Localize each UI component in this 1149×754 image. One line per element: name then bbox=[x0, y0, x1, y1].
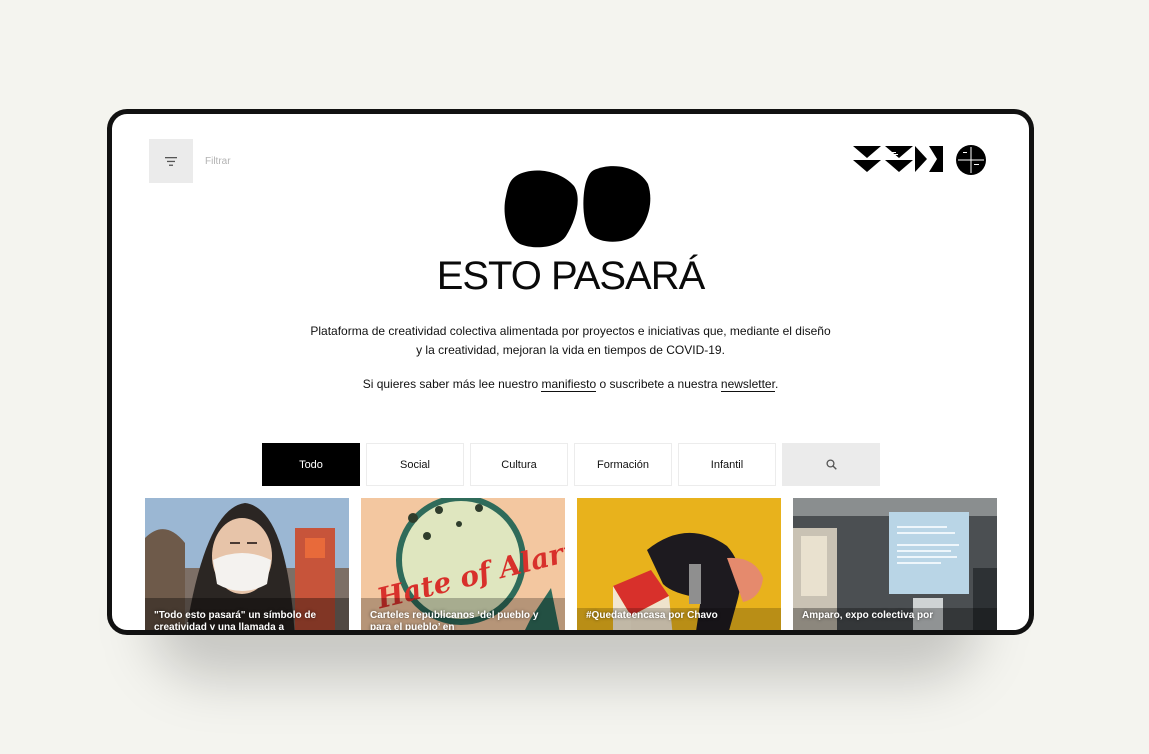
tab-formacion[interactable]: Formación bbox=[574, 443, 672, 486]
tab-todo[interactable]: Todo bbox=[262, 443, 360, 486]
laptop-frame: Filtrar ESTO PASARÁ Plataforma de creati… bbox=[107, 109, 1034, 635]
filter-lines-icon bbox=[165, 156, 177, 166]
manifesto-link[interactable]: manifiesto bbox=[541, 377, 597, 392]
circle-logo[interactable] bbox=[955, 144, 987, 176]
cta-suffix: . bbox=[774, 377, 779, 391]
card-caption: Carteles republicanos ‘del pueblo y para… bbox=[370, 610, 539, 630]
valencia-design-logo[interactable] bbox=[853, 144, 945, 176]
partner-logos bbox=[853, 144, 987, 176]
search-button[interactable] bbox=[782, 443, 880, 486]
project-card[interactable]: Hate of Alarm! Carteles republicanos ‘de… bbox=[361, 498, 565, 630]
quote-marks-logo bbox=[504, 166, 651, 248]
filter-button[interactable] bbox=[149, 139, 193, 183]
tab-cultura[interactable]: Cultura bbox=[470, 443, 568, 486]
platform-description: Plataforma de creatividad colectiva alim… bbox=[310, 324, 831, 357]
search-icon bbox=[825, 459, 837, 470]
card-caption: #Quedateencasa por Chavo bbox=[586, 610, 718, 621]
category-tabs: Todo Social Cultura Formación Infantil bbox=[262, 443, 880, 486]
tab-infantil[interactable]: Infantil bbox=[678, 443, 776, 486]
tab-social[interactable]: Social bbox=[366, 443, 464, 486]
cta-middle: o suscribete a nuestra bbox=[596, 377, 721, 391]
card-caption: Amparo, expo colectiva por bbox=[802, 610, 934, 621]
newsletter-link[interactable]: newsletter bbox=[720, 377, 775, 392]
page-title: ESTO PASARÁ bbox=[436, 254, 706, 298]
project-card[interactable]: "Todo esto pasará" un símbolo de creativ… bbox=[145, 498, 349, 630]
project-card[interactable]: #Quedateencasa por Chavo bbox=[577, 498, 781, 630]
browser-screen: Filtrar ESTO PASARÁ Plataforma de creati… bbox=[112, 114, 1029, 630]
subscribe-line: Si quieres saber más lee nuestro manifie… bbox=[112, 377, 1029, 392]
card-caption: "Todo esto pasará" un símbolo de creativ… bbox=[154, 610, 317, 630]
project-card[interactable]: Amparo, expo colectiva por bbox=[793, 498, 997, 630]
project-cards: "Todo esto pasará" un símbolo de creativ… bbox=[145, 498, 997, 630]
filter-label: Filtrar bbox=[205, 156, 231, 167]
cta-prefix: Si quieres saber más lee nuestro bbox=[362, 377, 542, 391]
